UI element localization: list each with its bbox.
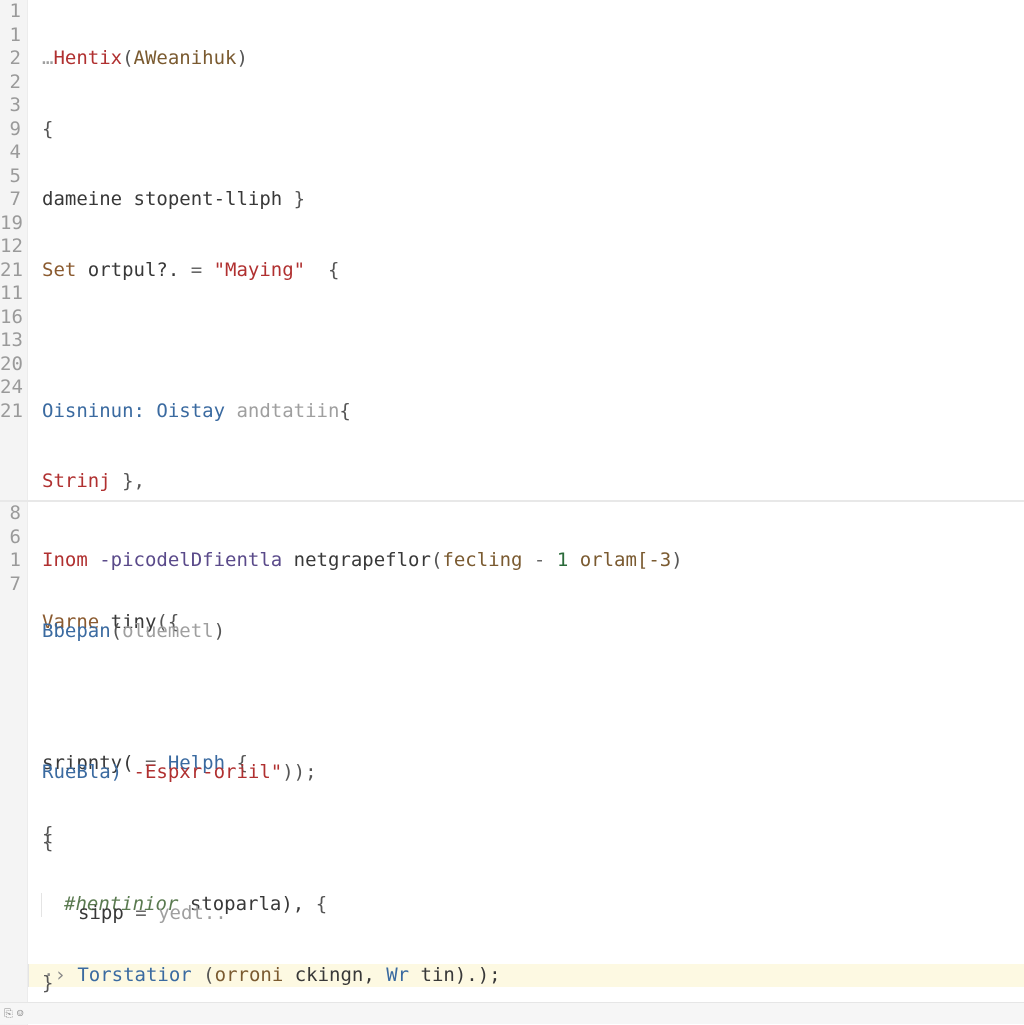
token-string: "Maying" (214, 259, 306, 281)
line-number (0, 596, 21, 620)
code-line[interactable]: Strinj }, (42, 470, 1024, 494)
line-number: 3 (0, 94, 21, 118)
code-line[interactable]: dameine stopent-lliph } (42, 188, 1024, 212)
line-number (0, 714, 21, 738)
line-number: 1 (0, 24, 21, 48)
line-number (0, 643, 21, 667)
token-param: fecling (442, 549, 534, 571)
line-number (0, 667, 21, 691)
code-line[interactable]: { (42, 831, 1024, 855)
code-line[interactable] (42, 690, 1024, 714)
token-param: orlam[-3 (580, 549, 672, 571)
token: ) (671, 549, 682, 571)
token: - (534, 549, 557, 571)
token: andtatiin (236, 400, 339, 422)
line-number: 13 (0, 329, 21, 353)
token-keyword: Set (42, 259, 88, 281)
line-number: 7 (0, 573, 21, 597)
code-editor: 1 1 2 2 3 9 4 5 7 19 12 21 11 16 13 20 2… (0, 0, 1024, 1024)
line-number: 4 (0, 141, 21, 165)
line-number: 1 (0, 0, 21, 24)
token-keyword: Hentix (53, 47, 122, 69)
token: -Espxr-oriil" (134, 761, 283, 783)
token: ) (237, 47, 248, 69)
line-number: 6 (0, 526, 21, 550)
token: { (42, 118, 53, 140)
token: = (135, 902, 158, 924)
line-number: 2 (0, 71, 21, 95)
token: = (191, 259, 214, 281)
token-keyword: Strinj (42, 470, 122, 492)
token: dameine (42, 188, 134, 210)
token: oluemetl (122, 620, 214, 642)
token: sipp (78, 902, 135, 924)
code-area-top[interactable]: …Hentix(AWeanihuk) { dameine stopent-lli… (28, 0, 1024, 500)
line-number: 5 (0, 165, 21, 189)
line-number: 2 (0, 47, 21, 71)
token: ortpul?. (88, 259, 191, 281)
editor-pane-bottom[interactable]: 8 6 1 7 Inom -picodelDfientla netgrapefl… (0, 502, 1024, 1025)
code-line[interactable]: Oisninun: Oistay andtatiin{ (42, 400, 1024, 424)
token: RueBla) (42, 761, 134, 783)
token: Oisninun: (42, 400, 156, 422)
token-number: 1 (557, 549, 580, 571)
token: } (42, 972, 53, 994)
token: Oistay (156, 400, 236, 422)
line-number-gutter-bottom[interactable]: 8 6 1 7 (0, 502, 28, 1025)
code-line[interactable]: { (42, 118, 1024, 142)
status-copy-icon[interactable]: ⎘ (4, 1002, 13, 1025)
token: ( (431, 549, 442, 571)
line-number (0, 620, 21, 644)
line-number: 19 (0, 212, 21, 236)
status-bar[interactable]: ⎘ ☺ (0, 1002, 1024, 1024)
line-number (0, 690, 21, 714)
line-number: 21 (0, 400, 21, 424)
line-number: 21 (0, 259, 21, 283)
line-number-gutter-top[interactable]: 1 1 2 2 3 9 4 5 7 19 12 21 11 16 13 20 2… (0, 0, 28, 500)
token: )); (282, 761, 316, 783)
line-number: 11 (0, 282, 21, 306)
code-line[interactable]: sipp = yedt.. (42, 902, 1024, 926)
token: Bbepan (42, 620, 111, 642)
line-number: 9 (0, 118, 21, 142)
code-area-bottom[interactable]: Inom -picodelDfientla netgrapeflor(fecli… (28, 502, 1024, 1025)
token: stopent-lliph (134, 188, 294, 210)
code-line[interactable]: } (42, 972, 1024, 996)
token: netgrapeflor (294, 549, 431, 571)
token: … (42, 47, 53, 69)
code-line[interactable]: Set ortpul?. = "Maying" { (42, 259, 1024, 283)
token: }, (122, 470, 145, 492)
token-param: AWeanihuk (134, 47, 237, 69)
line-number: 12 (0, 235, 21, 259)
line-number: 1 (0, 549, 21, 573)
token: { (339, 400, 350, 422)
code-line[interactable]: Inom -picodelDfientla netgrapeflor(fecli… (42, 549, 1024, 573)
token: ( (111, 620, 122, 642)
editor-pane-top[interactable]: 1 1 2 2 3 9 4 5 7 19 12 21 11 16 13 20 2… (0, 0, 1024, 500)
status-face-icon[interactable]: ☺ (17, 1002, 24, 1025)
token: ( (122, 47, 133, 69)
token: { (305, 259, 339, 281)
line-number: 24 (0, 376, 21, 400)
token: -picodelDfientla (99, 549, 293, 571)
token-keyword: Inom (42, 549, 99, 571)
line-number: 7 (0, 188, 21, 212)
token: { (42, 831, 53, 853)
token: ) (214, 620, 225, 642)
token: yedt.. (158, 902, 227, 924)
code-line[interactable]: Bbepan(oluemetl) (42, 620, 1024, 644)
code-line[interactable]: …Hentix(AWeanihuk) (42, 47, 1024, 71)
line-number: 8 (0, 502, 21, 526)
line-number: 16 (0, 306, 21, 330)
line-number: 20 (0, 353, 21, 377)
code-line[interactable]: RueBla) -Espxr-oriil")); (42, 761, 1024, 785)
token: } (294, 188, 305, 210)
code-line[interactable] (42, 329, 1024, 353)
